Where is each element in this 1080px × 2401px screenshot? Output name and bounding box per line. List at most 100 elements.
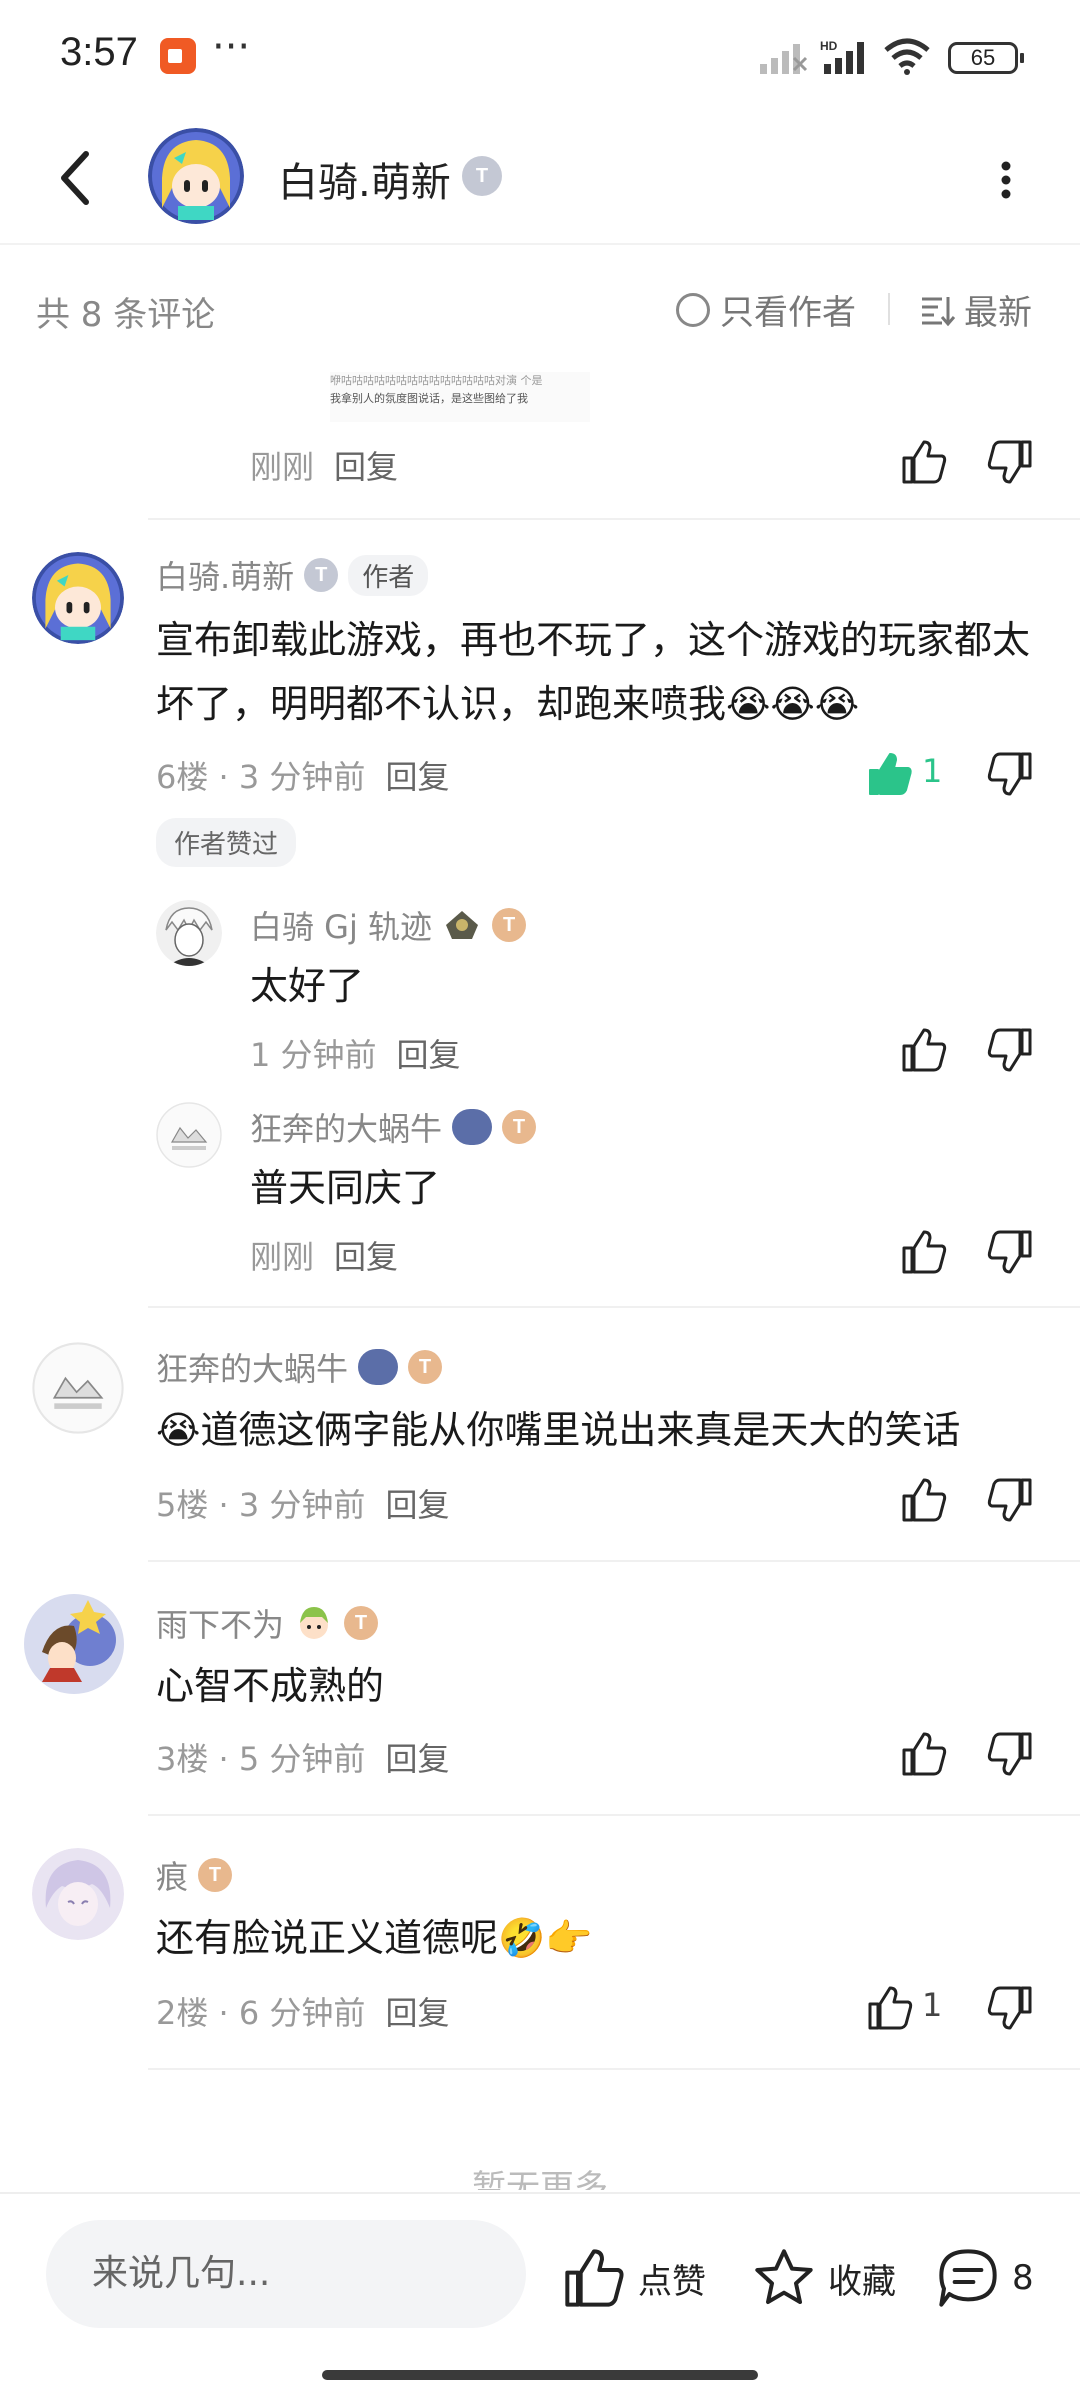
like-icon[interactable] — [866, 1984, 914, 2032]
avatar[interactable] — [32, 1848, 124, 1940]
liked-icon[interactable] — [866, 750, 914, 798]
level-badge-icon: T — [198, 1858, 233, 1892]
reply-link[interactable]: 回复 — [334, 1238, 398, 1276]
comment-text: 😭道德这俩字能从你嘴里说出来真是天大的笑话 — [156, 1408, 961, 1452]
meta-separator: · — [208, 1994, 239, 2032]
sort-newest-button[interactable]: 最新 — [920, 285, 1032, 334]
level-badge-icon: T — [408, 1350, 443, 1384]
bottom-action-bar: 来说几句... 点赞 收藏 8 — [0, 2192, 1080, 2401]
author-tag: 作者 — [348, 554, 429, 596]
comment-icon — [939, 2249, 997, 2307]
comment-input[interactable]: 来说几句... — [46, 2220, 526, 2328]
star-icon — [755, 2249, 813, 2304]
comment-time: 3 分钟前 — [238, 758, 366, 796]
comment-count: 共 8 条评论 — [36, 295, 216, 335]
like-count: 1 — [922, 752, 943, 790]
back-arrow-icon[interactable] — [52, 148, 102, 208]
dislike-icon[interactable] — [986, 1476, 1034, 1524]
reply-link[interactable]: 回复 — [334, 448, 398, 486]
comment-user-name[interactable]: 白骑.萌新 — [156, 552, 294, 598]
like-icon[interactable] — [900, 1228, 948, 1276]
comment-user-name[interactable]: 痕 — [156, 1852, 188, 1898]
avatar[interactable] — [32, 552, 124, 644]
comment-floor: 3楼 — [156, 1740, 209, 1778]
like-icon[interactable] — [900, 1026, 948, 1074]
comment-meta: 6楼 · 3 分钟前 回复 — [156, 752, 449, 798]
wifi-icon — [884, 38, 930, 75]
status-bar: 3:57 ··· HD 65 — [0, 0, 1080, 110]
screen-record-icon — [160, 38, 196, 74]
like-icon[interactable] — [900, 1476, 948, 1524]
comment-meta: 3楼 · 5 分钟前 回复 — [156, 1734, 449, 1780]
radio-unchecked-icon — [676, 292, 710, 327]
comment-text: 还有脸说正义道德呢🤣👉 — [156, 1916, 593, 1960]
like-post-button[interactable]: 点赞 — [562, 2246, 706, 2310]
comment-time: 6 分钟前 — [238, 1994, 366, 2032]
reply-meta: 刚刚 回复 — [250, 1232, 398, 1278]
image-text-line: 咿咕咕咕咕咕咕咕咕咕咕咕咕咕咕对演 个是 — [330, 374, 543, 387]
favorite-label: 收藏 — [828, 2261, 896, 2302]
reply-user-name[interactable]: 狂奔的大蜗牛 — [250, 1104, 442, 1150]
author-liked-tag: 作者赞过 — [156, 818, 297, 867]
dislike-icon[interactable] — [986, 750, 1034, 798]
sort-newest-label: 最新 — [964, 293, 1032, 333]
character-badge-icon — [300, 1607, 329, 1639]
like-icon[interactable] — [900, 438, 948, 486]
like-icon[interactable] — [900, 1730, 948, 1778]
comment-time: 5 分钟前 — [238, 1740, 366, 1778]
battery-icon: 65 — [948, 42, 1024, 74]
more-options-icon[interactable] — [996, 158, 1016, 202]
comment-floor: 6楼 — [156, 758, 209, 796]
divider — [888, 293, 890, 325]
dislike-icon[interactable] — [986, 1730, 1034, 1778]
comment-floor: 2楼 — [156, 1994, 209, 2032]
like-count: 1 — [922, 1986, 943, 2024]
comment-user-name[interactable]: 雨下不为 — [156, 1600, 284, 1646]
avatar[interactable] — [22, 1592, 126, 1696]
comment-text: 心智不成熟的 — [156, 1664, 385, 1708]
header-user-name[interactable]: 白骑.萌新 — [278, 150, 451, 208]
image-text-line: 我拿别人的氛度图说话，是这些图给了我 — [330, 392, 528, 405]
comment-author: 雨下不为 T — [156, 1600, 379, 1646]
medal-icon — [446, 911, 479, 939]
comment-count-label: 8 — [1012, 2258, 1034, 2298]
divider — [148, 1560, 1080, 1562]
dislike-icon[interactable] — [986, 438, 1034, 486]
svg-text:HD: HD — [820, 39, 838, 53]
avatar[interactable] — [156, 900, 222, 966]
home-indicator[interactable] — [322, 2370, 758, 2380]
status-time: 3:57 — [60, 30, 138, 74]
reply-link[interactable]: 回复 — [385, 1486, 449, 1524]
dislike-icon[interactable] — [986, 1984, 1034, 2032]
only-author-label: 只看作者 — [720, 293, 856, 333]
reply-link[interactable]: 回复 — [397, 1036, 461, 1074]
favorite-button[interactable]: 收藏 — [752, 2246, 896, 2310]
meta-separator: · — [208, 1740, 239, 1778]
comment-user-name[interactable]: 狂奔的大蜗牛 — [156, 1344, 348, 1390]
avatar[interactable] — [148, 128, 244, 224]
avatar[interactable] — [32, 1342, 124, 1434]
comment-time: 3 分钟前 — [238, 1486, 366, 1524]
gamepad-badge-icon — [452, 1109, 493, 1145]
avatar[interactable] — [156, 1102, 222, 1168]
like-label: 点赞 — [638, 2261, 706, 2302]
sort-icon — [922, 296, 956, 326]
comments-button[interactable]: 8 — [936, 2246, 1034, 2310]
dislike-icon[interactable] — [986, 1026, 1034, 1074]
reply-author: 狂奔的大蜗牛 T — [250, 1104, 537, 1150]
comment-image-thumbnail[interactable]: 咿咕咕咕咕咕咕咕咕咕咕咕咕咕咕对演 个是 我拿别人的氛度图说话，是这些图给了我 — [330, 372, 590, 422]
reply-link[interactable]: 回复 — [385, 1740, 449, 1778]
only-author-toggle[interactable]: 只看作者 — [676, 285, 856, 334]
divider — [148, 518, 1080, 520]
comment-meta: 5楼 · 3 分钟前 回复 — [156, 1480, 449, 1526]
comment-author: 痕 T — [156, 1852, 233, 1898]
dislike-icon[interactable] — [986, 1228, 1034, 1276]
reply-author: 白骑 Gj 轨迹 T — [250, 902, 527, 948]
signal-hd-icon: HD — [820, 39, 864, 74]
reply-link[interactable]: 回复 — [385, 758, 449, 796]
reply-user-name[interactable]: 白骑 Gj 轨迹 — [250, 902, 432, 948]
reply-link[interactable]: 回复 — [385, 1994, 449, 2032]
comment-meta: 2楼 · 6 分钟前 回复 — [156, 1988, 449, 2034]
top-nav-bar: 白骑.萌新 T — [0, 110, 1080, 245]
reply-meta: 1 分钟前 回复 — [250, 1030, 461, 1076]
